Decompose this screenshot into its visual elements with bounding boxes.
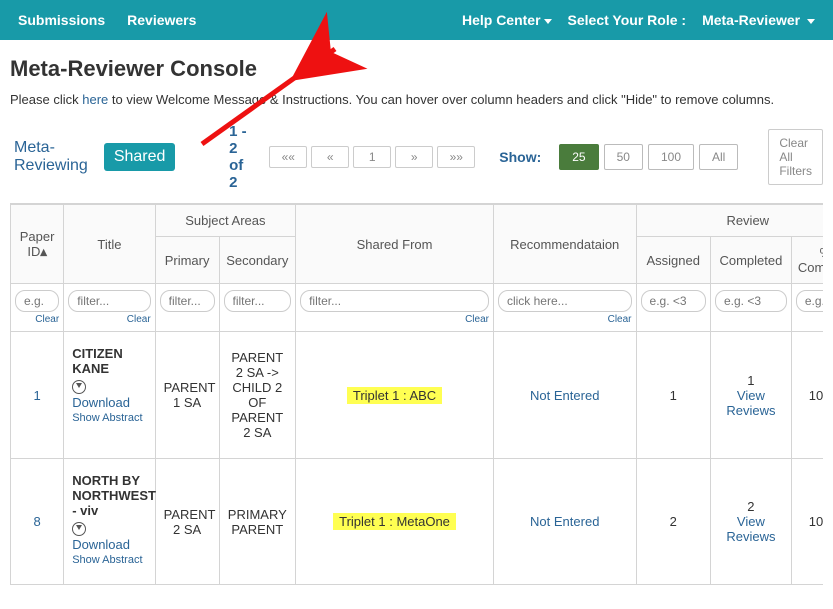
pager-last[interactable]: »» bbox=[437, 146, 475, 168]
download-icon bbox=[72, 380, 86, 394]
nav-role-value: Meta-Reviewer bbox=[702, 12, 800, 28]
th-review: Review bbox=[636, 205, 823, 237]
cell-completed-count: 2 bbox=[747, 499, 754, 514]
show-abstract-link[interactable]: Show Abstract bbox=[72, 412, 146, 424]
filter-shared-from[interactable] bbox=[300, 290, 489, 312]
cell-recommendation[interactable]: Not Entered bbox=[530, 388, 599, 403]
nav-reviewers[interactable]: Reviewers bbox=[127, 12, 196, 28]
pager-first[interactable]: «« bbox=[269, 146, 307, 168]
clear-filter-rec[interactable]: Clear bbox=[498, 314, 632, 325]
th-subject-areas: Subject Areas bbox=[155, 205, 295, 237]
filter-recommendation[interactable] bbox=[498, 290, 632, 312]
show-100-button[interactable]: 100 bbox=[648, 144, 694, 170]
nav-role-dropdown[interactable]: Meta-Reviewer bbox=[702, 12, 815, 28]
th-recommendation[interactable]: Recommendataion bbox=[493, 205, 636, 284]
nav-select-role-label: Select Your Role : bbox=[568, 12, 687, 28]
table-row: 8 NORTH BY NORTHWEST - viv Download Show… bbox=[11, 459, 824, 585]
filter-secondary[interactable] bbox=[224, 290, 292, 312]
page-title: Meta-Reviewer Console bbox=[10, 56, 823, 82]
cell-paper-id[interactable]: 1 bbox=[11, 332, 64, 459]
cell-secondary: PRIMARY PARENT bbox=[219, 459, 296, 585]
pagination-count: 1 - 2 of 2 bbox=[229, 123, 249, 191]
clear-all-filters-button[interactable]: Clear All Filters bbox=[768, 129, 823, 185]
pager-prev[interactable]: « bbox=[311, 146, 349, 168]
pager-next[interactable]: » bbox=[395, 146, 433, 168]
th-completed[interactable]: Completed bbox=[710, 237, 791, 284]
cell-pct: 100% bbox=[791, 332, 823, 459]
nav-help-label: Help Center bbox=[462, 12, 541, 28]
welcome-post: to view Welcome Message & Instructions. … bbox=[108, 92, 774, 107]
nav-submissions[interactable]: Submissions bbox=[18, 12, 105, 28]
show-25-button[interactable]: 25 bbox=[559, 144, 598, 170]
clear-filter-shared[interactable]: Clear bbox=[300, 314, 489, 325]
filter-pct[interactable] bbox=[796, 290, 823, 312]
welcome-text: Please click here to view Welcome Messag… bbox=[10, 92, 823, 107]
th-primary[interactable]: Primary bbox=[155, 237, 219, 284]
cell-assigned: 1 bbox=[636, 332, 710, 459]
cell-title: CITIZEN KANE bbox=[72, 346, 146, 376]
welcome-pre: Please click bbox=[10, 92, 82, 107]
table-row: 1 CITIZEN KANE Download Show Abstract PA… bbox=[11, 332, 824, 459]
th-assigned[interactable]: Assigned bbox=[636, 237, 710, 284]
show-label: Show: bbox=[499, 149, 541, 165]
th-secondary[interactable]: Secondary bbox=[219, 237, 296, 284]
show-buttons: 25 50 100 All bbox=[559, 144, 738, 170]
cell-paper-id[interactable]: 8 bbox=[11, 459, 64, 585]
tab-row: Meta-Reviewing Shared 1 - 2 of 2 «« « 1 … bbox=[10, 123, 823, 191]
th-shared-from[interactable]: Shared From bbox=[296, 205, 494, 284]
download-icon bbox=[72, 522, 86, 536]
cell-primary: PARENT 1 SA bbox=[155, 332, 219, 459]
cell-secondary: PARENT 2 SA -> CHILD 2 OF PARENT 2 SA bbox=[219, 332, 296, 459]
th-pct-completed[interactable]: % Completed bbox=[791, 237, 823, 284]
filter-completed[interactable] bbox=[715, 290, 787, 312]
th-title[interactable]: Title bbox=[64, 205, 155, 284]
clear-filter-id[interactable]: Clear bbox=[15, 314, 59, 325]
view-reviews-link[interactable]: View Reviews bbox=[726, 388, 775, 418]
filter-assigned[interactable] bbox=[641, 290, 706, 312]
top-nav: Submissions Reviewers Help Center Select… bbox=[0, 0, 833, 40]
show-abstract-link[interactable]: Show Abstract bbox=[72, 554, 146, 566]
cell-shared-from: Triplet 1 : MetaOne bbox=[333, 513, 456, 530]
pager: «« « 1 » »» bbox=[269, 146, 475, 168]
welcome-here-link[interactable]: here bbox=[82, 92, 108, 107]
pager-page-1[interactable]: 1 bbox=[353, 146, 391, 168]
show-50-button[interactable]: 50 bbox=[604, 144, 643, 170]
filter-primary[interactable] bbox=[160, 290, 215, 312]
download-link[interactable]: Download bbox=[72, 380, 146, 410]
th-paper-id[interactable]: Paper ID▴ bbox=[11, 205, 64, 284]
nav-help-center[interactable]: Help Center bbox=[462, 12, 552, 28]
download-link[interactable]: Download bbox=[72, 522, 146, 552]
show-all-button[interactable]: All bbox=[699, 144, 738, 170]
tab-meta-reviewing[interactable]: Meta-Reviewing bbox=[10, 135, 92, 179]
clear-filter-title[interactable]: Clear bbox=[68, 314, 150, 325]
cell-pct: 100% bbox=[791, 459, 823, 585]
papers-table: Paper ID▴ Title Subject Areas Shared Fro… bbox=[10, 204, 823, 585]
cell-assigned: 2 bbox=[636, 459, 710, 585]
cell-completed-count: 1 bbox=[747, 373, 754, 388]
caret-down-icon bbox=[807, 19, 815, 24]
caret-down-icon bbox=[544, 19, 552, 24]
sort-up-icon: ▴ bbox=[40, 244, 47, 259]
cell-recommendation[interactable]: Not Entered bbox=[530, 514, 599, 529]
filter-paper-id[interactable] bbox=[15, 290, 59, 312]
cell-shared-from: Triplet 1 : ABC bbox=[347, 387, 442, 404]
view-reviews-link[interactable]: View Reviews bbox=[726, 514, 775, 544]
cell-title: NORTH BY NORTHWEST - viv bbox=[72, 473, 146, 518]
filter-title[interactable] bbox=[68, 290, 150, 312]
cell-primary: PARENT 2 SA bbox=[155, 459, 219, 585]
tab-shared[interactable]: Shared bbox=[104, 143, 176, 171]
